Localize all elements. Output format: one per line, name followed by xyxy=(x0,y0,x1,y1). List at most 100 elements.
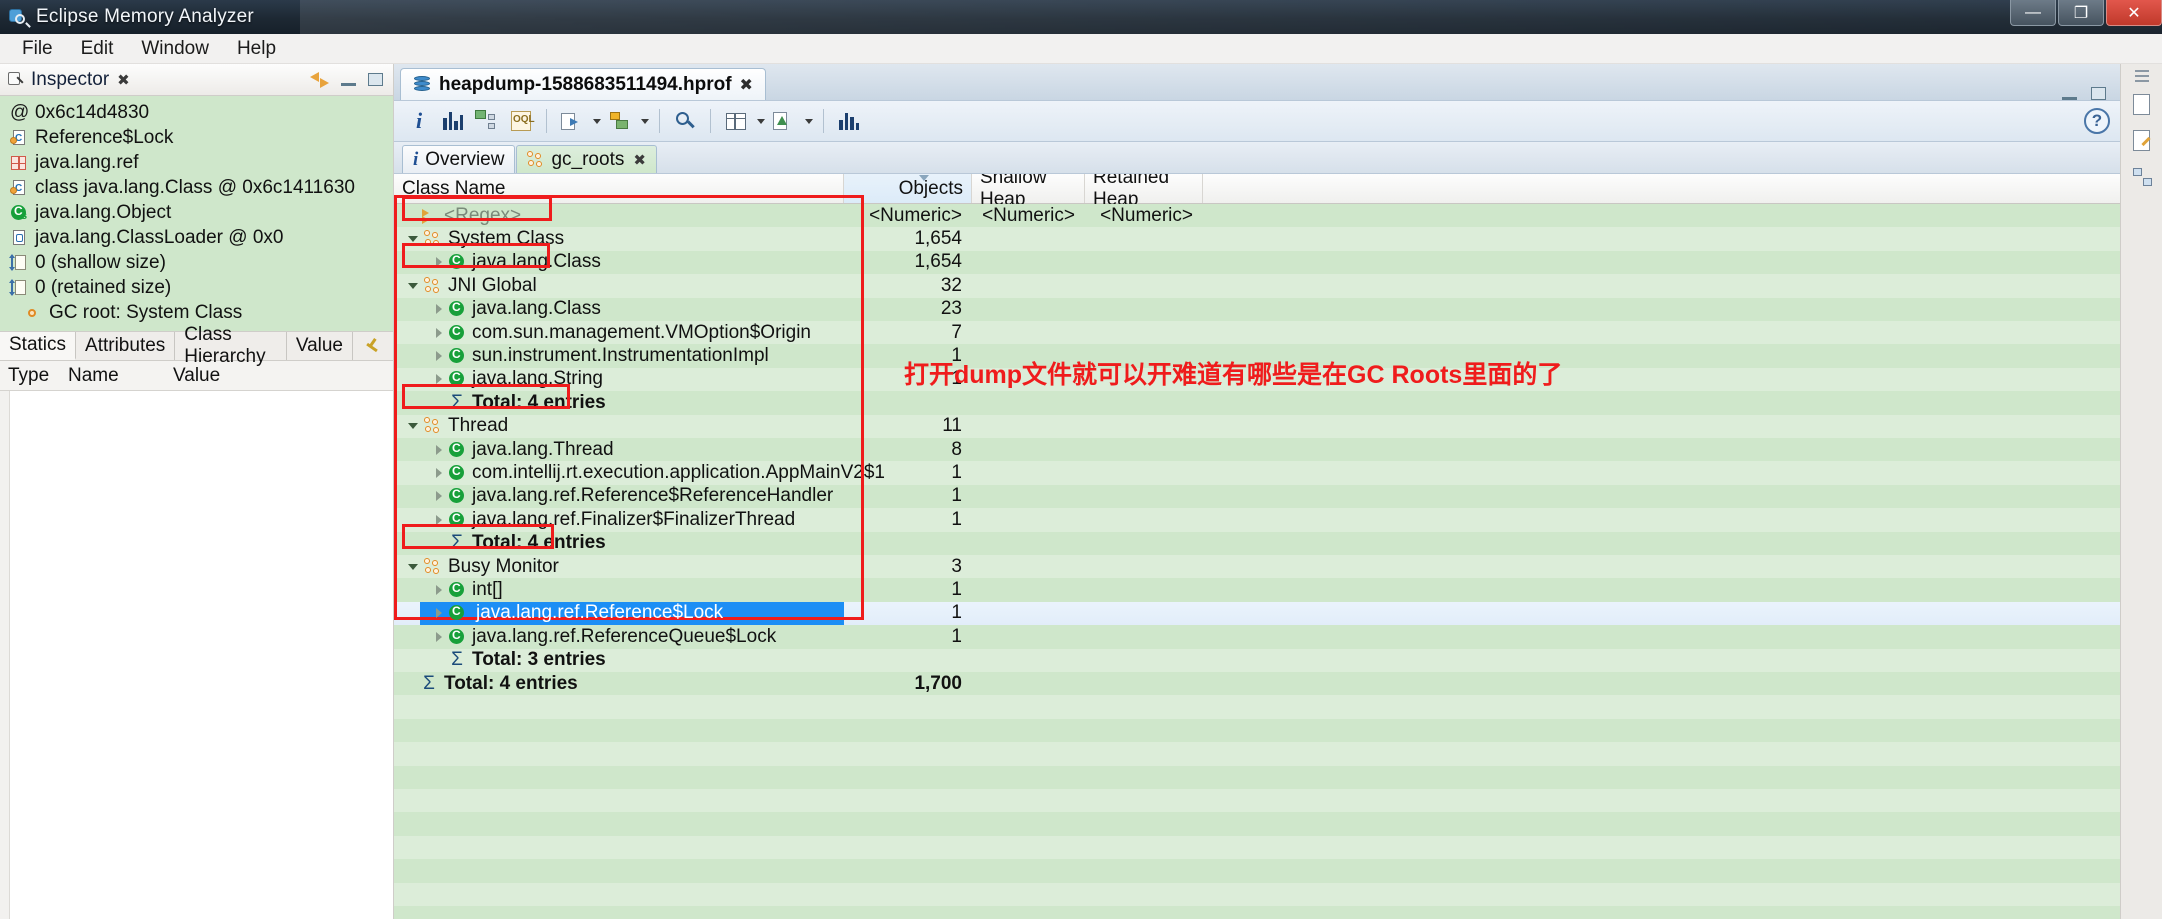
restore-perspective-icon[interactable] xyxy=(2135,70,2149,82)
compare-button[interactable] xyxy=(834,106,864,136)
inspector-row[interactable]: java.lang.ClassLoader @ 0x0 xyxy=(0,225,393,250)
expand-arrow-icon[interactable] xyxy=(408,236,418,242)
shallow-filter-input[interactable]: <Numeric> xyxy=(972,205,1085,227)
chevron-down-icon[interactable] xyxy=(805,119,813,124)
open-query-browser-button[interactable] xyxy=(557,106,587,136)
table-row[interactable]: Ccom.intellij.rt.execution.application.A… xyxy=(394,461,2120,484)
table-row[interactable]: Thread11 xyxy=(394,415,2120,438)
menu-help[interactable]: Help xyxy=(223,36,290,62)
inspector-row[interactable]: java.lang.ref xyxy=(0,150,393,175)
maximize-icon[interactable] xyxy=(2091,87,2106,100)
chevron-down-icon[interactable] xyxy=(641,119,649,124)
minimize-icon[interactable] xyxy=(2062,87,2077,100)
collapse-arrow-icon[interactable] xyxy=(436,632,442,642)
editor-tab-heapdump[interactable]: heapdump-1588683511494.hprof ✖ xyxy=(400,68,766,100)
collapse-arrow-icon[interactable] xyxy=(436,585,442,595)
table-row[interactable]: Cjava.lang.ref.Finalizer$FinalizerThread… xyxy=(394,508,2120,531)
column-header-class-name[interactable]: Class Name xyxy=(394,174,844,203)
table-row[interactable]: JNI Global32 xyxy=(394,274,2120,297)
find-button[interactable] xyxy=(670,106,700,136)
close-button[interactable]: ✕ xyxy=(2106,0,2162,26)
collapse-arrow-icon[interactable] xyxy=(436,351,442,361)
histogram-button[interactable] xyxy=(438,106,468,136)
sync-arrows-icon[interactable] xyxy=(310,72,329,88)
inspector-tab-value[interactable]: Value xyxy=(287,332,353,360)
inspector-row[interactable]: 0 (shallow size) xyxy=(0,250,393,275)
inspector-tab-statics[interactable]: Statics xyxy=(0,332,76,360)
collapse-arrow-icon[interactable] xyxy=(436,491,442,501)
minimize-icon[interactable] xyxy=(341,73,356,86)
table-row-label: Thread xyxy=(448,415,508,437)
inspector-tab[interactable]: Inspector ✖ xyxy=(0,64,138,96)
collapse-arrow-icon[interactable] xyxy=(436,257,442,267)
menu-file[interactable]: File xyxy=(8,36,67,62)
table-row[interactable]: Cjava.lang.ref.Reference$Lock1 xyxy=(394,602,2120,625)
close-icon[interactable]: ✖ xyxy=(633,151,646,169)
table-row[interactable]: Cint[]1 xyxy=(394,578,2120,601)
table-row-label: com.intellij.rt.execution.application.Ap… xyxy=(472,462,885,484)
group-by-button[interactable] xyxy=(605,106,635,136)
table-row[interactable]: ΣTotal: 3 entries xyxy=(394,648,2120,671)
collapse-arrow-icon[interactable] xyxy=(436,515,442,525)
table-row[interactable]: Cjava.lang.Class1,654 xyxy=(394,251,2120,274)
column-header-shallow-heap[interactable]: Shallow Heap xyxy=(972,174,1085,203)
collapse-arrow-icon[interactable] xyxy=(436,304,442,314)
maximize-icon[interactable] xyxy=(368,73,383,86)
chevron-down-icon[interactable] xyxy=(593,119,601,124)
table-row[interactable]: System Class1,654 xyxy=(394,227,2120,250)
inspector-row[interactable]: 0 (retained size) xyxy=(0,275,393,300)
inspector-row[interactable]: Csjava.lang.Object xyxy=(0,200,393,225)
filter-row[interactable]: <Regex><Numeric><Numeric><Numeric> xyxy=(394,204,2120,227)
expand-arrow-icon[interactable] xyxy=(408,283,418,289)
collapse-arrow-icon[interactable] xyxy=(436,445,442,455)
table-row[interactable]: ΣTotal: 4 entries xyxy=(394,531,2120,554)
close-icon[interactable]: ✖ xyxy=(117,71,130,89)
column-header-objects[interactable]: Objects xyxy=(844,174,972,203)
objects-filter-input[interactable]: <Numeric> xyxy=(844,205,972,227)
chevron-down-icon[interactable] xyxy=(757,119,765,124)
inspector-row[interactable]: Cclass java.lang.Class @ 0x6c1411630 xyxy=(0,175,393,200)
expand-arrow-icon[interactable] xyxy=(408,423,418,429)
minimize-button[interactable]: — xyxy=(2010,0,2056,26)
table-row[interactable]: Busy Monitor3 xyxy=(394,555,2120,578)
menu-window[interactable]: Window xyxy=(127,36,223,62)
table-row[interactable]: Cjava.lang.ref.Reference$ReferenceHandle… xyxy=(394,485,2120,508)
two-boxes-icon[interactable] xyxy=(2129,164,2155,190)
tab-gc-roots[interactable]: gc_roots ✖ xyxy=(516,145,656,173)
help-button[interactable]: ? xyxy=(2084,108,2110,134)
inspector-tab-attributes[interactable]: Attributes xyxy=(76,332,175,360)
table-row[interactable]: Ccom.sun.management.VMOption$Origin7 xyxy=(394,321,2120,344)
inspector-row[interactable]: CReference$Lock xyxy=(0,125,393,150)
export-button[interactable] xyxy=(769,106,799,136)
tab-overview[interactable]: i Overview xyxy=(402,145,515,173)
table-row[interactable]: Cjava.lang.ref.ReferenceQueue$Lock1 xyxy=(394,625,2120,648)
table-view-button[interactable] xyxy=(721,106,751,136)
oql-button[interactable]: OQL xyxy=(506,106,536,136)
expand-arrow-icon[interactable] xyxy=(408,564,418,570)
collapse-arrow-icon[interactable] xyxy=(436,374,442,384)
collapse-arrow-icon[interactable] xyxy=(436,328,442,338)
collapse-arrow-icon[interactable] xyxy=(436,608,442,618)
regex-filter-input[interactable]: <Regex> xyxy=(444,205,521,227)
pin-button[interactable] xyxy=(353,332,393,360)
overview-info-button[interactable]: i xyxy=(404,106,434,136)
table-row[interactable]: ΣTotal: 4 entries xyxy=(394,391,2120,414)
inspector-tab-class-hierarchy[interactable]: Class Hierarchy xyxy=(175,332,287,360)
menu-edit[interactable]: Edit xyxy=(67,36,128,62)
retained-filter-input[interactable]: <Numeric> xyxy=(1085,205,1203,227)
dominator-tree-button[interactable] xyxy=(472,106,502,136)
column-header-retained-heap[interactable]: Retained Heap xyxy=(1085,174,1203,203)
inspector-row[interactable]: GC root: System Class xyxy=(0,300,393,325)
page-pen-icon[interactable] xyxy=(2129,128,2155,154)
close-icon[interactable]: ✖ xyxy=(740,75,753,95)
column-header-name[interactable]: Name xyxy=(68,365,173,387)
table-row[interactable]: ΣTotal: 4 entries1,700 xyxy=(394,672,2120,695)
table-row[interactable]: Cjava.lang.Class23 xyxy=(394,298,2120,321)
editor-tab-row: heapdump-1588683511494.hprof ✖ xyxy=(394,64,2120,100)
page-icon[interactable] xyxy=(2129,92,2155,118)
column-header-type[interactable]: Type xyxy=(0,365,68,387)
table-row[interactable]: Cjava.lang.Thread8 xyxy=(394,438,2120,461)
inspector-row[interactable]: @0x6c14d4830 xyxy=(0,100,393,125)
collapse-arrow-icon[interactable] xyxy=(436,468,442,478)
maximize-button[interactable]: ❐ xyxy=(2058,0,2104,26)
